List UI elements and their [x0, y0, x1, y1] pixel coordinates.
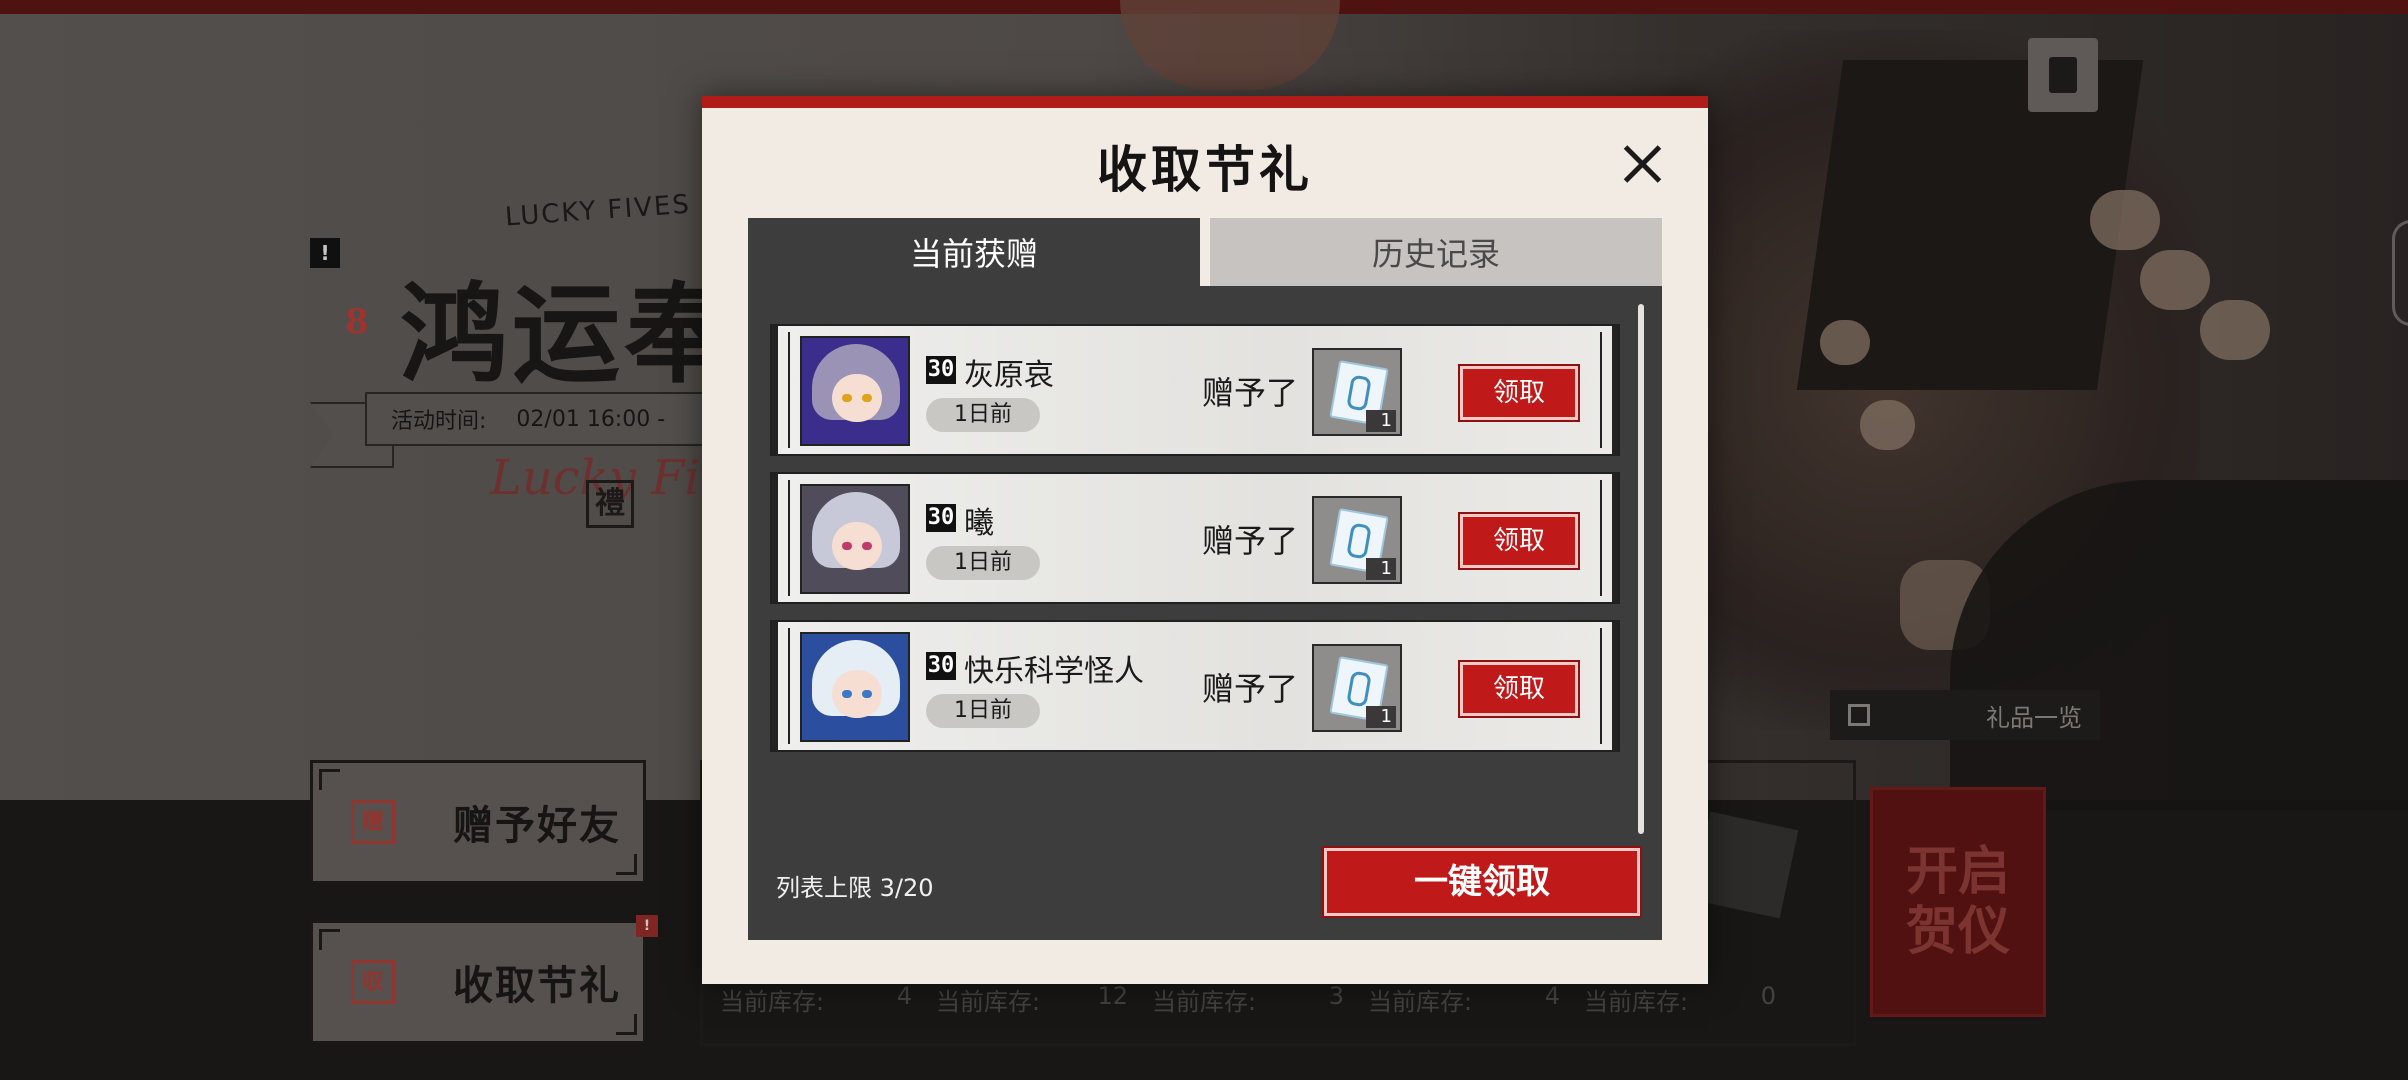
avatar-eye [862, 394, 872, 402]
gift-item-slot[interactable]: 1 [1312, 348, 1402, 436]
close-icon[interactable] [1620, 142, 1664, 186]
gift-row: 30 灰原哀 1日前 赠予了 1 领取 [770, 324, 1620, 456]
gift-item-slot[interactable]: 1 [1312, 496, 1402, 584]
level-badge: 30 [926, 504, 956, 532]
gift-row: 30 曦 1日前 赠予了 1 领取 [770, 472, 1620, 604]
claim-button[interactable]: 领取 [1458, 512, 1580, 570]
avatar-eye [862, 542, 872, 550]
dialog-tabs: 当前获赠 历史记录 [748, 218, 1662, 286]
avatar-face [832, 522, 882, 570]
time-ago: 1日前 [926, 398, 1040, 432]
list-limit-text: 列表上限 3/20 [776, 874, 934, 902]
row-frame [1584, 622, 1618, 750]
player-avatar[interactable] [800, 632, 910, 742]
level-badge: 30 [926, 652, 956, 680]
tab-history[interactable]: 历史记录 [1210, 218, 1662, 286]
list-scrollbar[interactable] [1638, 304, 1644, 834]
item-count: 1 [1366, 410, 1396, 432]
receive-gifts-dialog: 收取节礼 当前获赠 历史记录 30 灰原哀 1日前 赠予了 1 领取 30 曦 … [702, 96, 1708, 984]
gave-text: 赠予了 [1202, 522, 1299, 560]
tab-current-gifts[interactable]: 当前获赠 [748, 218, 1200, 286]
dialog-top-bar [702, 96, 1708, 108]
avatar-eye [842, 542, 852, 550]
avatar-eye [842, 394, 852, 402]
avatar-eye [862, 690, 872, 698]
avatar-face [832, 670, 882, 718]
time-ago: 1日前 [926, 546, 1040, 580]
gift-row: 30 快乐科学怪人 1日前 赠予了 1 领取 [770, 620, 1620, 752]
gift-item-slot[interactable]: 1 [1312, 644, 1402, 732]
gave-text: 赠予了 [1202, 374, 1299, 412]
row-frame [1584, 474, 1618, 602]
level-badge: 30 [926, 356, 956, 384]
player-name: 灰原哀 [964, 358, 1054, 393]
claim-all-button[interactable]: 一键领取 [1322, 846, 1642, 918]
row-frame [1584, 326, 1618, 454]
claim-button[interactable]: 领取 [1458, 364, 1580, 422]
item-count: 1 [1366, 558, 1396, 580]
player-name: 曦 [964, 506, 994, 541]
avatar-eye [842, 690, 852, 698]
time-ago: 1日前 [926, 694, 1040, 728]
item-count: 1 [1366, 706, 1396, 728]
gave-text: 赠予了 [1202, 670, 1299, 708]
player-avatar[interactable] [800, 484, 910, 594]
gift-list-panel: 30 灰原哀 1日前 赠予了 1 领取 30 曦 1日前 赠予了 1 领取 30… [748, 286, 1662, 940]
claim-button[interactable]: 领取 [1458, 660, 1580, 718]
avatar-face [832, 374, 882, 422]
dialog-title: 收取节礼 [1097, 140, 1313, 199]
player-avatar[interactable] [800, 336, 910, 446]
player-name: 快乐科学怪人 [964, 654, 1144, 689]
